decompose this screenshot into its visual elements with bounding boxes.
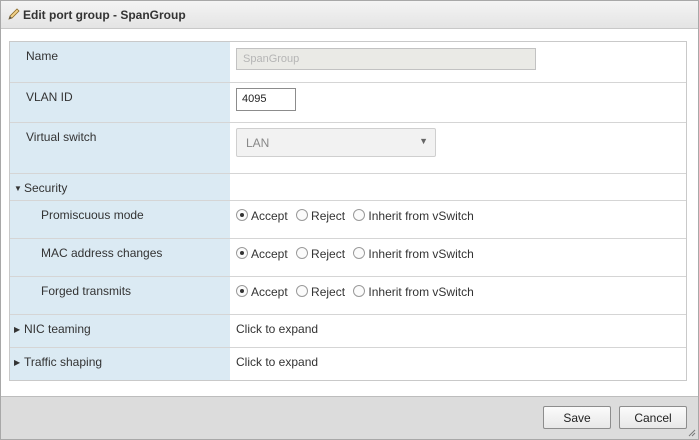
promiscuous-mode-label: Promiscuous mode (41, 208, 144, 222)
radio-checked-icon[interactable] (236, 209, 248, 221)
caret-right-icon: ▶ (14, 358, 21, 367)
security-section-toggle[interactable]: ▼ Security (14, 181, 67, 195)
virtual-switch-value: LAN (246, 136, 270, 150)
promiscuous-reject-option[interactable]: Reject (296, 209, 345, 223)
vlan-id-field[interactable]: 4095 (236, 88, 296, 111)
accept-label: Accept (251, 209, 288, 223)
accept-label: Accept (251, 285, 288, 299)
reject-label: Reject (311, 209, 346, 223)
caret-down-icon: ▼ (14, 184, 22, 193)
save-button[interactable]: Save (543, 406, 611, 429)
forged-reject-option[interactable]: Reject (296, 285, 345, 299)
name-label: Name (26, 49, 59, 63)
mac-inherit-option[interactable]: Inherit from vSwitch (353, 247, 474, 261)
radio-unchecked-icon[interactable] (296, 209, 309, 221)
forged-inherit-option[interactable]: Inherit from vSwitch (353, 285, 474, 299)
edit-port-group-dialog: Edit port group - SpanGroup Name SpanGro… (0, 0, 699, 440)
virtual-switch-select[interactable]: LAN ▼ (236, 128, 436, 157)
row-forged-transmits: Forged transmits Accept Reject Inherit f… (10, 277, 686, 315)
row-nic-teaming: ▶ NIC teaming Click to expand (10, 315, 686, 348)
forged-transmits-label: Forged transmits (41, 284, 132, 298)
resize-grip-icon[interactable] (688, 429, 696, 437)
row-traffic-shaping: ▶ Traffic shaping Click to expand (10, 348, 686, 380)
caret-right-icon: ▶ (14, 325, 21, 334)
radio-unchecked-icon[interactable] (296, 247, 309, 259)
dialog-footer: Save Cancel (1, 396, 698, 439)
promiscuous-inherit-option[interactable]: Inherit from vSwitch (353, 209, 474, 223)
row-security-header: ▼ Security (10, 174, 686, 201)
row-name: Name SpanGroup (10, 42, 686, 83)
traffic-shaping-label: Traffic shaping (24, 355, 103, 369)
radio-unchecked-icon[interactable] (353, 247, 366, 259)
form-panel: Name SpanGroup VLAN ID 4095 Virtual swit… (9, 41, 687, 381)
radio-checked-icon[interactable] (236, 285, 248, 297)
vlan-id-label: VLAN ID (26, 90, 73, 104)
nic-teaming-label: NIC teaming (24, 322, 91, 336)
inherit-label: Inherit from vSwitch (368, 247, 474, 261)
name-field[interactable]: SpanGroup (236, 48, 536, 70)
promiscuous-accept-option[interactable]: Accept (236, 209, 288, 223)
mac-reject-option[interactable]: Reject (296, 247, 345, 261)
row-mac-address-changes: MAC address changes Accept Reject Inheri… (10, 239, 686, 277)
dialog-titlebar[interactable]: Edit port group - SpanGroup (1, 1, 698, 29)
cancel-button[interactable]: Cancel (619, 406, 687, 429)
reject-label: Reject (311, 285, 346, 299)
mac-address-changes-label: MAC address changes (41, 246, 163, 260)
mac-address-changes-radios: Accept Reject Inherit from vSwitch (236, 247, 479, 261)
forged-accept-option[interactable]: Accept (236, 285, 288, 299)
inherit-label: Inherit from vSwitch (368, 285, 474, 299)
dialog-title: Edit port group - SpanGroup (23, 8, 186, 22)
traffic-shaping-expand-link[interactable]: Click to expand (236, 355, 318, 369)
row-vlan-id: VLAN ID 4095 (10, 83, 686, 123)
nic-teaming-toggle[interactable]: ▶ NIC teaming (14, 322, 91, 336)
radio-unchecked-icon[interactable] (296, 285, 309, 297)
pencil-icon (8, 8, 20, 20)
chevron-down-icon: ▼ (419, 136, 428, 146)
radio-unchecked-icon[interactable] (353, 209, 366, 221)
row-virtual-switch: Virtual switch LAN ▼ (10, 123, 686, 174)
accept-label: Accept (251, 247, 288, 261)
reject-label: Reject (311, 247, 346, 261)
promiscuous-mode-radios: Accept Reject Inherit from vSwitch (236, 209, 479, 223)
radio-unchecked-icon[interactable] (353, 285, 366, 297)
nic-teaming-expand-link[interactable]: Click to expand (236, 322, 318, 336)
radio-checked-icon[interactable] (236, 247, 248, 259)
virtual-switch-label: Virtual switch (26, 130, 97, 144)
forged-transmits-radios: Accept Reject Inherit from vSwitch (236, 285, 479, 299)
row-promiscuous-mode: Promiscuous mode Accept Reject Inherit f… (10, 201, 686, 239)
mac-accept-option[interactable]: Accept (236, 247, 288, 261)
inherit-label: Inherit from vSwitch (368, 209, 474, 223)
traffic-shaping-toggle[interactable]: ▶ Traffic shaping (14, 355, 102, 369)
security-label: Security (24, 181, 68, 195)
